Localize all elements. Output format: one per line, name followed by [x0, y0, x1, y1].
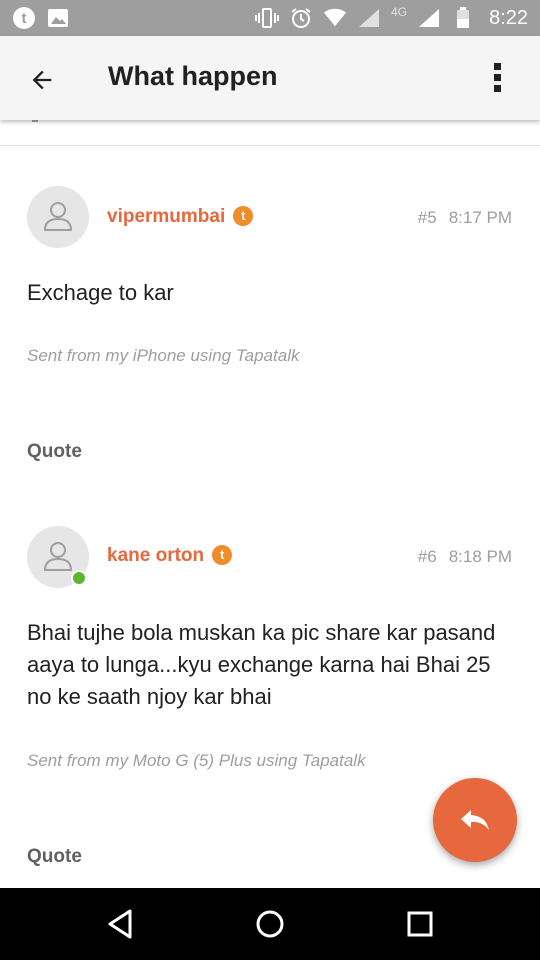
app-bar: What happen [0, 36, 540, 120]
post-number: #5 [417, 208, 437, 227]
signal-icon-secondary [417, 6, 441, 30]
post-author[interactable]: kane orton t [107, 545, 233, 567]
post-body: Bhai tujhe bola muskan ka pic share kar … [27, 620, 496, 709]
more-vert-icon [494, 63, 501, 92]
quote-button[interactable]: Quote [27, 441, 82, 463]
username-label: kane orton [107, 545, 205, 566]
back-button[interactable] [22, 60, 62, 100]
post-meta: #5 8:17 PM [418, 208, 512, 228]
avatar[interactable] [27, 526, 89, 588]
post-author[interactable]: vipermumbai t [107, 206, 254, 228]
thread-content[interactable]: vipermumbai t #5 8:17 PM Exchage to kar Se… [0, 120, 540, 888]
avatar[interactable] [27, 186, 89, 248]
battery-icon [451, 6, 475, 30]
image-notification-icon [46, 6, 70, 30]
reply-icon [461, 810, 489, 830]
nav-home-icon [256, 910, 284, 938]
post-meta: #6 8:18 PM [418, 547, 512, 567]
vibrate-icon [255, 6, 280, 30]
divider [0, 145, 540, 146]
status-bar: t 4G 8:22 [0, 0, 540, 36]
quote-button[interactable]: Quote [27, 846, 82, 868]
alarm-icon [289, 6, 313, 30]
nav-home-button[interactable] [250, 904, 290, 944]
post-time: 8:18 PM [448, 547, 512, 566]
username-label: vipermumbai [107, 206, 226, 227]
person-icon [43, 542, 73, 571]
wifi-icon [323, 6, 347, 30]
post-signature: Sent from my iPhone using Tapatalk [27, 346, 300, 365]
post-time: 8:17 PM [448, 208, 512, 227]
nav-recents-button[interactable] [400, 904, 440, 944]
network-type: 4G [391, 5, 408, 19]
nav-back-icon [108, 909, 132, 939]
reply-button[interactable] [433, 778, 517, 862]
signal-icon [357, 6, 381, 30]
post-number: #6 [417, 547, 437, 566]
tapatalk-notification-icon: t [12, 6, 36, 30]
system-nav-bar [0, 888, 540, 960]
clipped-content [32, 120, 38, 122]
back-arrow-icon [32, 70, 52, 90]
more-options-button[interactable] [478, 58, 518, 98]
tapatalk-badge-icon: t [233, 206, 254, 226]
svg-text:t: t [22, 10, 27, 27]
clock: 8:22 [489, 6, 528, 29]
nav-recents-icon [407, 911, 433, 937]
online-status-indicator [71, 570, 87, 586]
post-body: Exchage to kar [27, 280, 174, 305]
person-icon [43, 202, 73, 231]
tapatalk-badge-icon: t [212, 545, 233, 565]
post-signature: Sent from my Moto G (5) Plus using Tapat… [27, 751, 366, 770]
nav-back-button[interactable] [100, 904, 140, 944]
page-title: What happen [108, 61, 278, 91]
